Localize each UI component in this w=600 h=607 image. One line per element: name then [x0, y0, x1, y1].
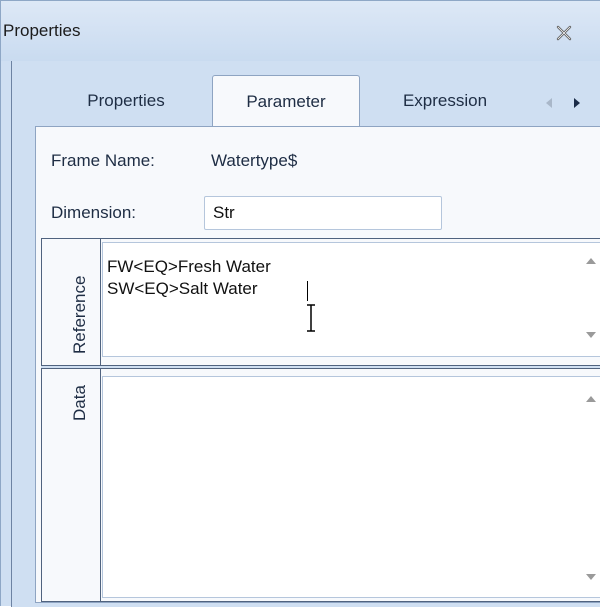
tab-parameter[interactable]: Parameter	[212, 75, 360, 127]
reference-line: FW<EQ>Fresh Water	[107, 257, 271, 276]
tab-scroll-left-button[interactable]	[540, 94, 558, 112]
scroll-down-arrow-icon	[586, 574, 596, 580]
scroll-up-arrow-icon	[586, 258, 596, 264]
close-button[interactable]	[549, 21, 579, 45]
text-caret	[307, 281, 308, 301]
frame-name-value: Watertype$	[211, 151, 298, 170]
scroll-down-arrow-icon	[586, 332, 596, 338]
properties-panel: Properties Properties Parameter Expressi…	[0, 0, 600, 607]
reference-scroll-up-button[interactable]	[581, 251, 600, 271]
data-textarea[interactable]	[102, 376, 600, 598]
reference-scroll-down-button[interactable]	[581, 325, 600, 345]
window-title: Properties	[3, 21, 81, 40]
triangle-left-icon	[546, 98, 552, 108]
tab-label: Expression	[402, 91, 488, 110]
data-scroll-down-button[interactable]	[581, 567, 600, 587]
triangle-right-icon	[574, 98, 580, 108]
dimension-input-value: Str	[213, 203, 235, 222]
reference-label: Reference	[70, 275, 89, 354]
data-scrollbar[interactable]	[581, 377, 600, 597]
data-section: Data	[41, 368, 600, 602]
tab-label: Properties	[87, 91, 165, 110]
tab-scroll-right-button[interactable]	[568, 94, 586, 112]
tab-properties[interactable]: Properties	[46, 77, 206, 125]
reference-textarea[interactable]: FW<EQ>Fresh Water SW<EQ>Salt Water	[102, 242, 600, 357]
reference-line: SW<EQ>Salt Water	[107, 279, 258, 298]
tab-expression[interactable]: Expression	[370, 77, 520, 125]
data-scroll-up-button[interactable]	[581, 389, 600, 409]
data-label-column: Data	[42, 369, 101, 601]
title-bar: Properties	[1, 1, 600, 61]
data-label: Data	[70, 385, 89, 421]
i-beam-cursor-icon	[307, 304, 315, 332]
frame-name-label: Frame Name:	[51, 151, 155, 170]
scroll-up-arrow-icon	[586, 396, 596, 402]
close-x-icon	[556, 25, 572, 41]
reference-section: Reference FW<EQ>Fresh Water SW<EQ>Salt W…	[41, 238, 600, 366]
dimension-input[interactable]: Str	[204, 196, 442, 230]
dimension-label: Dimension:	[51, 203, 137, 222]
tab-strip: Properties Parameter Expression	[12, 61, 600, 127]
tab-label: Parameter	[246, 91, 326, 111]
reference-label-column: Reference	[42, 239, 101, 365]
reference-scrollbar[interactable]	[581, 243, 600, 356]
